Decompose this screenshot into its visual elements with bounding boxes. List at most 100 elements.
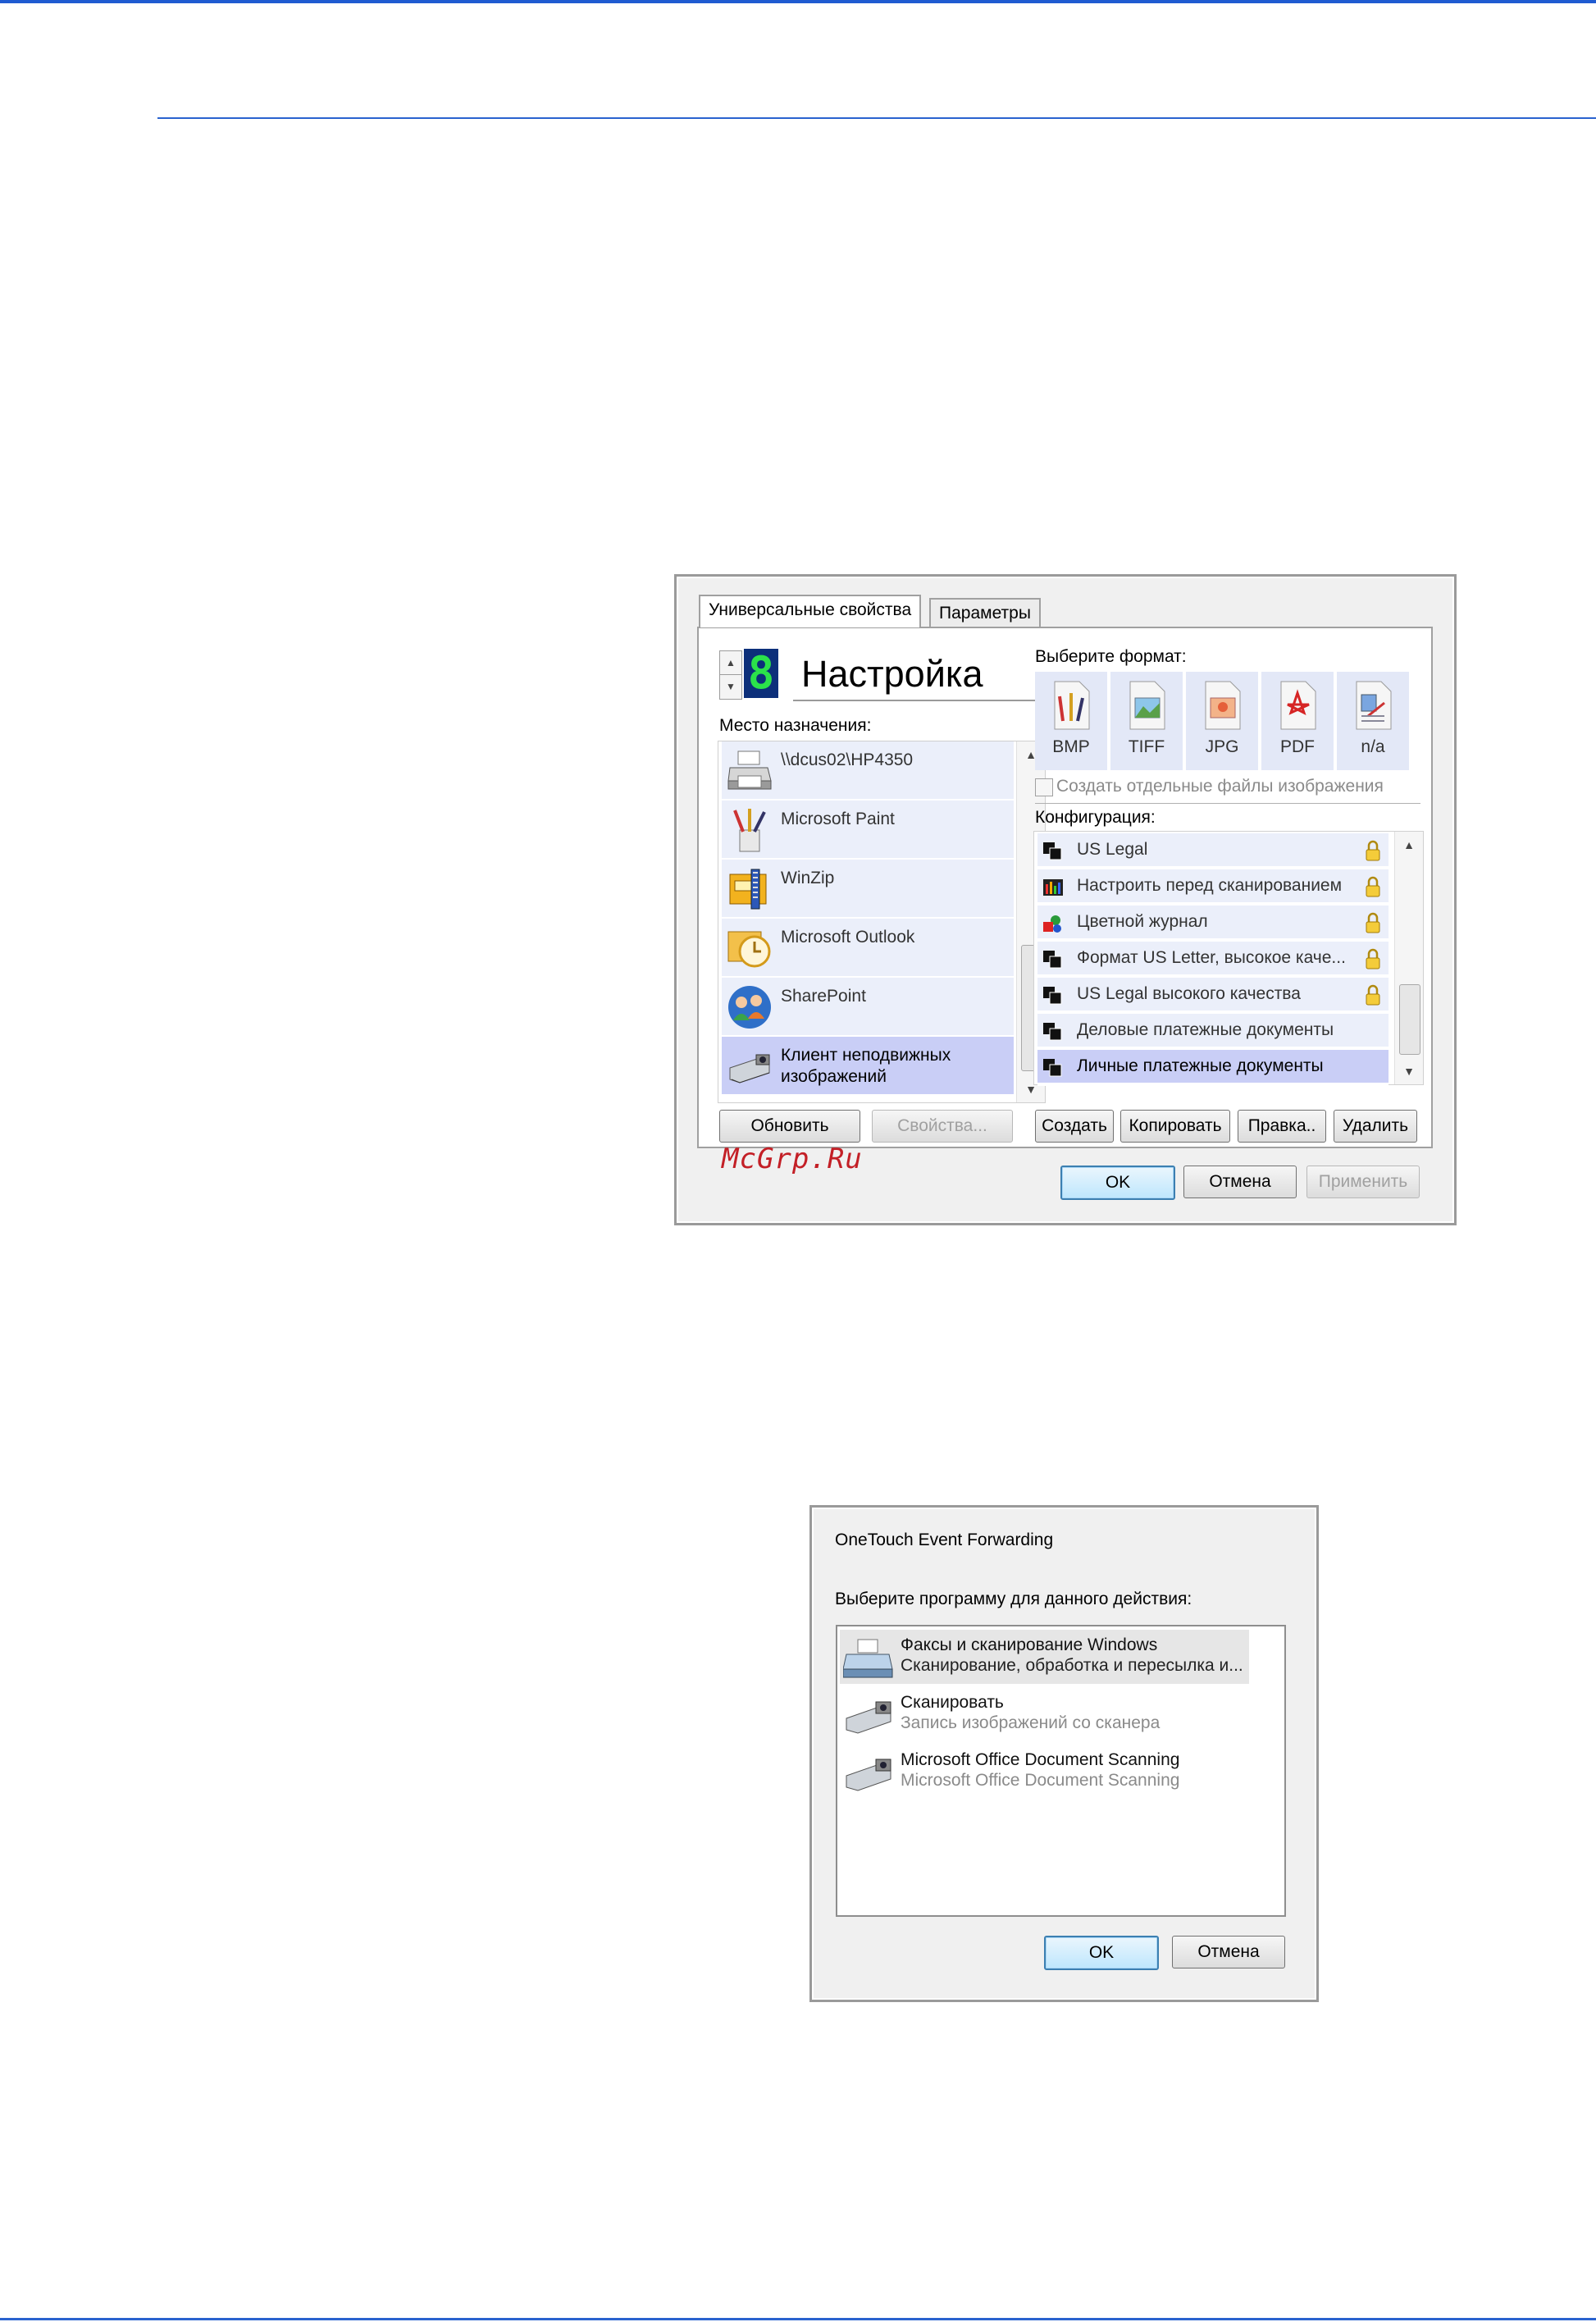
tiff-file-icon	[1129, 681, 1165, 730]
destination-item-outlook[interactable]: Microsoft Outlook	[722, 919, 1014, 978]
format-tiff[interactable]: TIFF	[1110, 672, 1183, 770]
program-item-office-document-scanning[interactable]: Microsoft Office Document Scanning Micro…	[840, 1745, 1249, 1799]
config-item-business-payments[interactable]: Деловые платежные документы	[1037, 1014, 1389, 1050]
config-label: Настроить перед сканированием	[1077, 876, 1343, 895]
lock-icon	[1366, 840, 1380, 861]
config-label: Личные платежные документы	[1077, 1056, 1324, 1075]
color-shapes-icon	[1043, 915, 1061, 933]
watermark: McGrp.Ru	[722, 1143, 863, 1175]
scroll-down-icon[interactable]: ▼	[1395, 1060, 1423, 1083]
program-item-windows-fax-scan[interactable]: Факсы и сканирование Windows Сканировани…	[840, 1630, 1249, 1684]
bw-document-icon	[1043, 951, 1062, 969]
config-item-us-legal-hq[interactable]: US Legal высокого качества	[1037, 978, 1389, 1014]
color-bars-icon	[1043, 879, 1063, 896]
tab-options[interactable]: Параметры	[929, 598, 1041, 627]
config-item-us-legal[interactable]: US Legal	[1037, 833, 1389, 869]
destination-item-still-image-client[interactable]: Клиент неподвижных изображений	[722, 1037, 1014, 1096]
format-pdf-label: PDF	[1280, 737, 1315, 756]
cancel-button[interactable]: Отмена	[1172, 1936, 1285, 1968]
create-button[interactable]: Создать	[1035, 1110, 1114, 1143]
program-desc: Microsoft Office Document Scanning	[901, 1771, 1180, 1790]
refresh-button[interactable]: Обновить	[719, 1110, 860, 1143]
config-item-personal-payments[interactable]: Личные платежные документы	[1037, 1050, 1389, 1086]
bw-document-icon	[1043, 1059, 1062, 1077]
program-item-scan[interactable]: Сканировать Запись изображений со сканер…	[840, 1687, 1249, 1741]
format-jpg[interactable]: JPG	[1186, 672, 1258, 770]
separate-files-checkbox[interactable]	[1035, 778, 1053, 796]
page-top-bar	[0, 0, 1596, 3]
header-rule	[157, 117, 1596, 119]
configuration-label: Конфигурация:	[1035, 808, 1156, 827]
format-bmp-label: BMP	[1052, 737, 1090, 756]
scroll-up-icon[interactable]: ▲	[1395, 833, 1423, 856]
printer-icon	[727, 750, 772, 790]
paint-icon	[733, 809, 766, 852]
format-bmp[interactable]: BMP	[1035, 672, 1107, 770]
event-forwarding-dialog: OneTouch Event Forwarding Выберите прогр…	[809, 1505, 1319, 2002]
format-na[interactable]: n/a	[1337, 672, 1409, 770]
separate-files-label: Создать отдельные файлы изображения	[1056, 777, 1384, 796]
config-label: US Legal	[1077, 840, 1148, 859]
bw-document-icon	[1043, 1023, 1062, 1041]
format-jpg-label: JPG	[1205, 737, 1239, 756]
configuration-list: US Legal Настроить перед сканированием Ц…	[1033, 831, 1424, 1086]
footer-rule	[0, 2318, 1596, 2320]
camera-scanner-icon	[729, 1054, 770, 1083]
spinner-up-icon[interactable]: ▲	[720, 651, 741, 675]
program-name: Факсы и сканирование Windows	[901, 1635, 1158, 1654]
config-label: Деловые платежные документы	[1077, 1020, 1334, 1039]
destination-item-paint[interactable]: Microsoft Paint	[722, 801, 1014, 860]
ok-button[interactable]: OK	[1060, 1166, 1175, 1200]
program-name: Сканировать	[901, 1693, 1004, 1712]
camera-scanner-icon	[846, 1759, 891, 1791]
destination-label: Место назначения:	[719, 716, 872, 735]
scroll-thumb[interactable]	[1399, 984, 1420, 1055]
program-name: Microsoft Office Document Scanning	[901, 1750, 1180, 1769]
destination-list: \\dcus02\HP4350 Microsoft Paint WinZip M…	[718, 741, 1046, 1103]
copy-button[interactable]: Копировать	[1120, 1110, 1230, 1143]
format-pdf[interactable]: PDF	[1261, 672, 1334, 770]
ok-button[interactable]: OK	[1044, 1936, 1159, 1970]
program-desc: Запись изображений со сканера	[901, 1713, 1161, 1732]
config-label: US Legal высокого качества	[1077, 984, 1301, 1003]
destination-label-still-image-client: Клиент неподвижных изображений	[781, 1046, 951, 1086]
program-list: Факсы и сканирование Windows Сканировани…	[836, 1625, 1286, 1917]
outlook-icon	[727, 931, 771, 968]
profile-name-underline	[793, 700, 1035, 701]
onetouch-properties-dialog: Универсальные свойства Параметры ▲ ▼ 8 Н…	[674, 574, 1457, 1225]
destination-label-paint: Microsoft Paint	[781, 810, 895, 828]
config-item-color-magazine[interactable]: Цветной журнал	[1037, 906, 1389, 942]
pdf-file-icon	[1280, 681, 1316, 730]
cancel-button[interactable]: Отмена	[1183, 1166, 1297, 1198]
spinner-down-icon[interactable]: ▼	[720, 675, 741, 698]
configuration-scrollbar[interactable]: ▲ ▼	[1394, 832, 1423, 1084]
edit-button[interactable]: Правка..	[1238, 1110, 1326, 1143]
format-separator	[1035, 803, 1420, 804]
profile-spinner[interactable]: ▲ ▼	[719, 650, 742, 700]
format-na-label: n/a	[1361, 737, 1385, 756]
program-desc: Сканирование, обработка и пересылка и...	[901, 1656, 1243, 1675]
destination-label-winzip: WinZip	[781, 869, 835, 887]
config-item-us-letter-hq[interactable]: Формат US Letter, высокое каче...	[1037, 942, 1389, 978]
apply-button[interactable]: Применить	[1306, 1166, 1420, 1198]
winzip-icon	[729, 869, 767, 910]
properties-button[interactable]: Свойства...	[872, 1110, 1013, 1143]
sharepoint-icon	[728, 986, 771, 1029]
config-item-configure-before-scan[interactable]: Настроить перед сканированием	[1037, 869, 1389, 906]
program-prompt: Выберите программу для данного действия:	[835, 1590, 1192, 1608]
config-label: Цветной журнал	[1077, 912, 1208, 931]
config-label: Формат US Letter, высокое каче...	[1077, 948, 1346, 967]
bw-document-icon	[1043, 842, 1062, 860]
destination-item-winzip[interactable]: WinZip	[722, 860, 1014, 919]
format-label: Выберите формат:	[1035, 647, 1187, 666]
destination-label-printer: \\dcus02\HP4350	[781, 750, 914, 769]
destination-item-sharepoint[interactable]: SharePoint	[722, 978, 1014, 1037]
tab-general[interactable]: Универсальные свойства	[699, 595, 922, 627]
camera-scanner-icon	[846, 1701, 891, 1734]
profile-name: Настройка	[801, 653, 983, 695]
fax-scanner-icon	[843, 1639, 893, 1678]
delete-button[interactable]: Удалить	[1334, 1110, 1417, 1143]
destination-label-outlook: Microsoft Outlook	[781, 928, 915, 947]
destination-item-printer[interactable]: \\dcus02\HP4350	[722, 741, 1014, 801]
jpg-file-icon	[1205, 681, 1241, 730]
